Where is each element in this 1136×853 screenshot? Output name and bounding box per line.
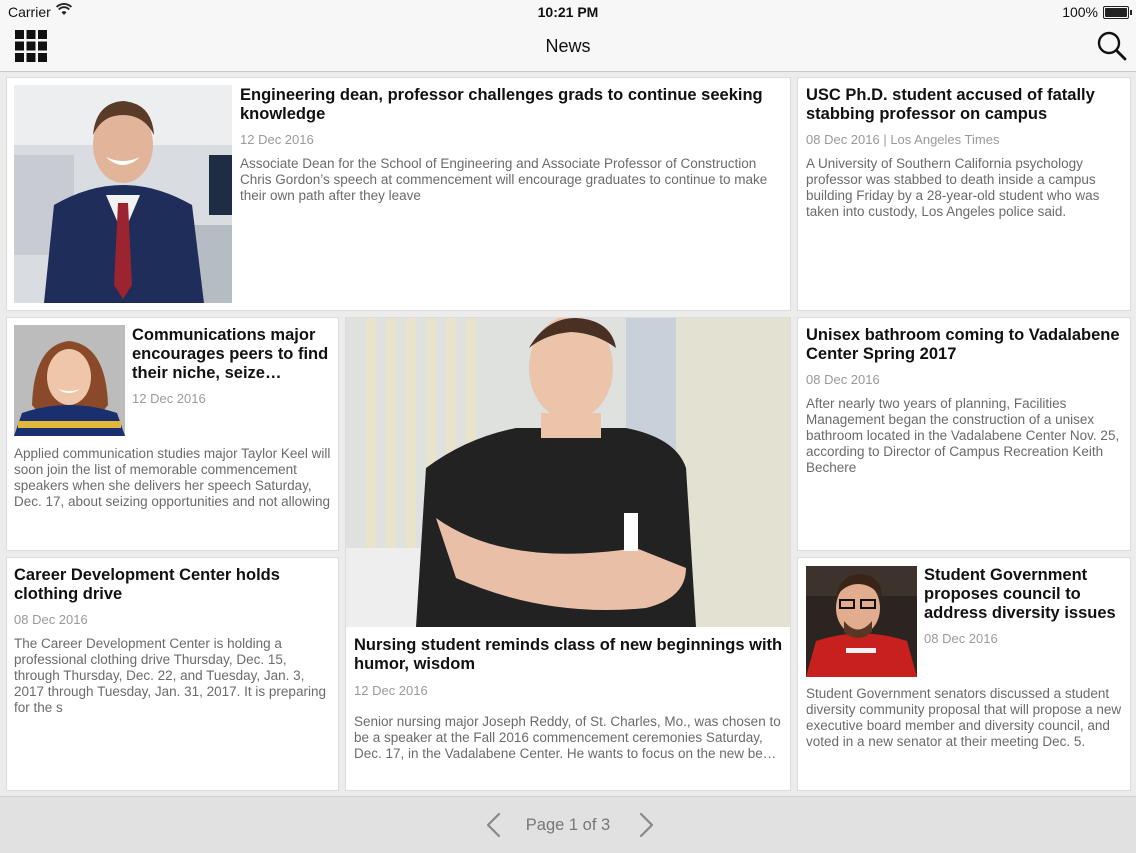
article-date: 08 Dec 2016 | Los Angeles Times [806,132,1000,147]
status-bar: Carrier 10:21 PM 100% [0,0,1136,24]
article-photo [806,566,917,677]
article-title: Student Government proposes council to a… [924,566,1116,622]
article-photo [14,85,232,303]
article-summary: The Career Development Center is holding… [14,636,326,715]
article-summary: Senior nursing major Joseph Reddy, of St… [354,714,781,761]
pagination-bar: Page 1 of 3 [0,796,1136,853]
article-photo [14,325,125,436]
news-card-nursing-student[interactable]: Nursing student reminds class of new beg… [345,317,791,791]
article-title: Engineering dean, professor challenges g… [240,86,763,123]
article-title: Unisex bathroom coming to Vadalabene Cen… [806,326,1120,363]
article-summary: Applied communication studies major Tayl… [14,446,331,509]
article-summary: A University of Southern California psyc… [806,156,1100,219]
article-summary: Associate Dean for the School of Enginee… [240,156,768,203]
nav-bar: News [0,24,1136,72]
page-title: News [545,36,591,56]
news-card-unisex-bathroom[interactable]: Unisex bathroom coming to Vadalabene Cen… [797,317,1131,551]
article-summary: Student Government senators discussed a … [806,686,1122,749]
article-date: 08 Dec 2016 [924,631,998,646]
news-card-communications-major[interactable]: Communications major encourages peers to… [6,317,339,551]
article-date: 12 Dec 2016 [354,683,428,698]
news-card-student-government[interactable]: Student Government proposes council to a… [797,557,1131,791]
news-card-engineering-dean[interactable]: Engineering dean, professor challenges g… [6,77,791,311]
chevron-right-icon[interactable] [634,811,658,839]
article-date: 08 Dec 2016 [14,612,88,627]
article-title: Communications major encourages peers to… [132,326,329,382]
battery-percent: 100% [1062,4,1098,20]
search-icon[interactable] [1096,30,1128,62]
article-title: USC Ph.D. student accused of fatally sta… [806,86,1095,123]
article-summary: After nearly two years of planning, Faci… [806,396,1120,475]
battery-icon [1103,6,1132,19]
article-photo [346,318,790,627]
article-date: 12 Dec 2016 [132,391,206,406]
article-title: Nursing student reminds class of new beg… [354,636,783,673]
clock: 10:21 PM [537,4,599,20]
news-card-career-development[interactable]: Career Development Center holds clothing… [6,557,339,791]
article-date: 12 Dec 2016 [240,132,314,147]
news-card-usc-stabbing[interactable]: USC Ph.D. student accused of fatally sta… [797,77,1131,311]
page-indicator: Page 1 of 3 [525,816,611,834]
article-title: Career Development Center holds clothing… [14,566,280,603]
article-date: 08 Dec 2016 [806,372,880,387]
